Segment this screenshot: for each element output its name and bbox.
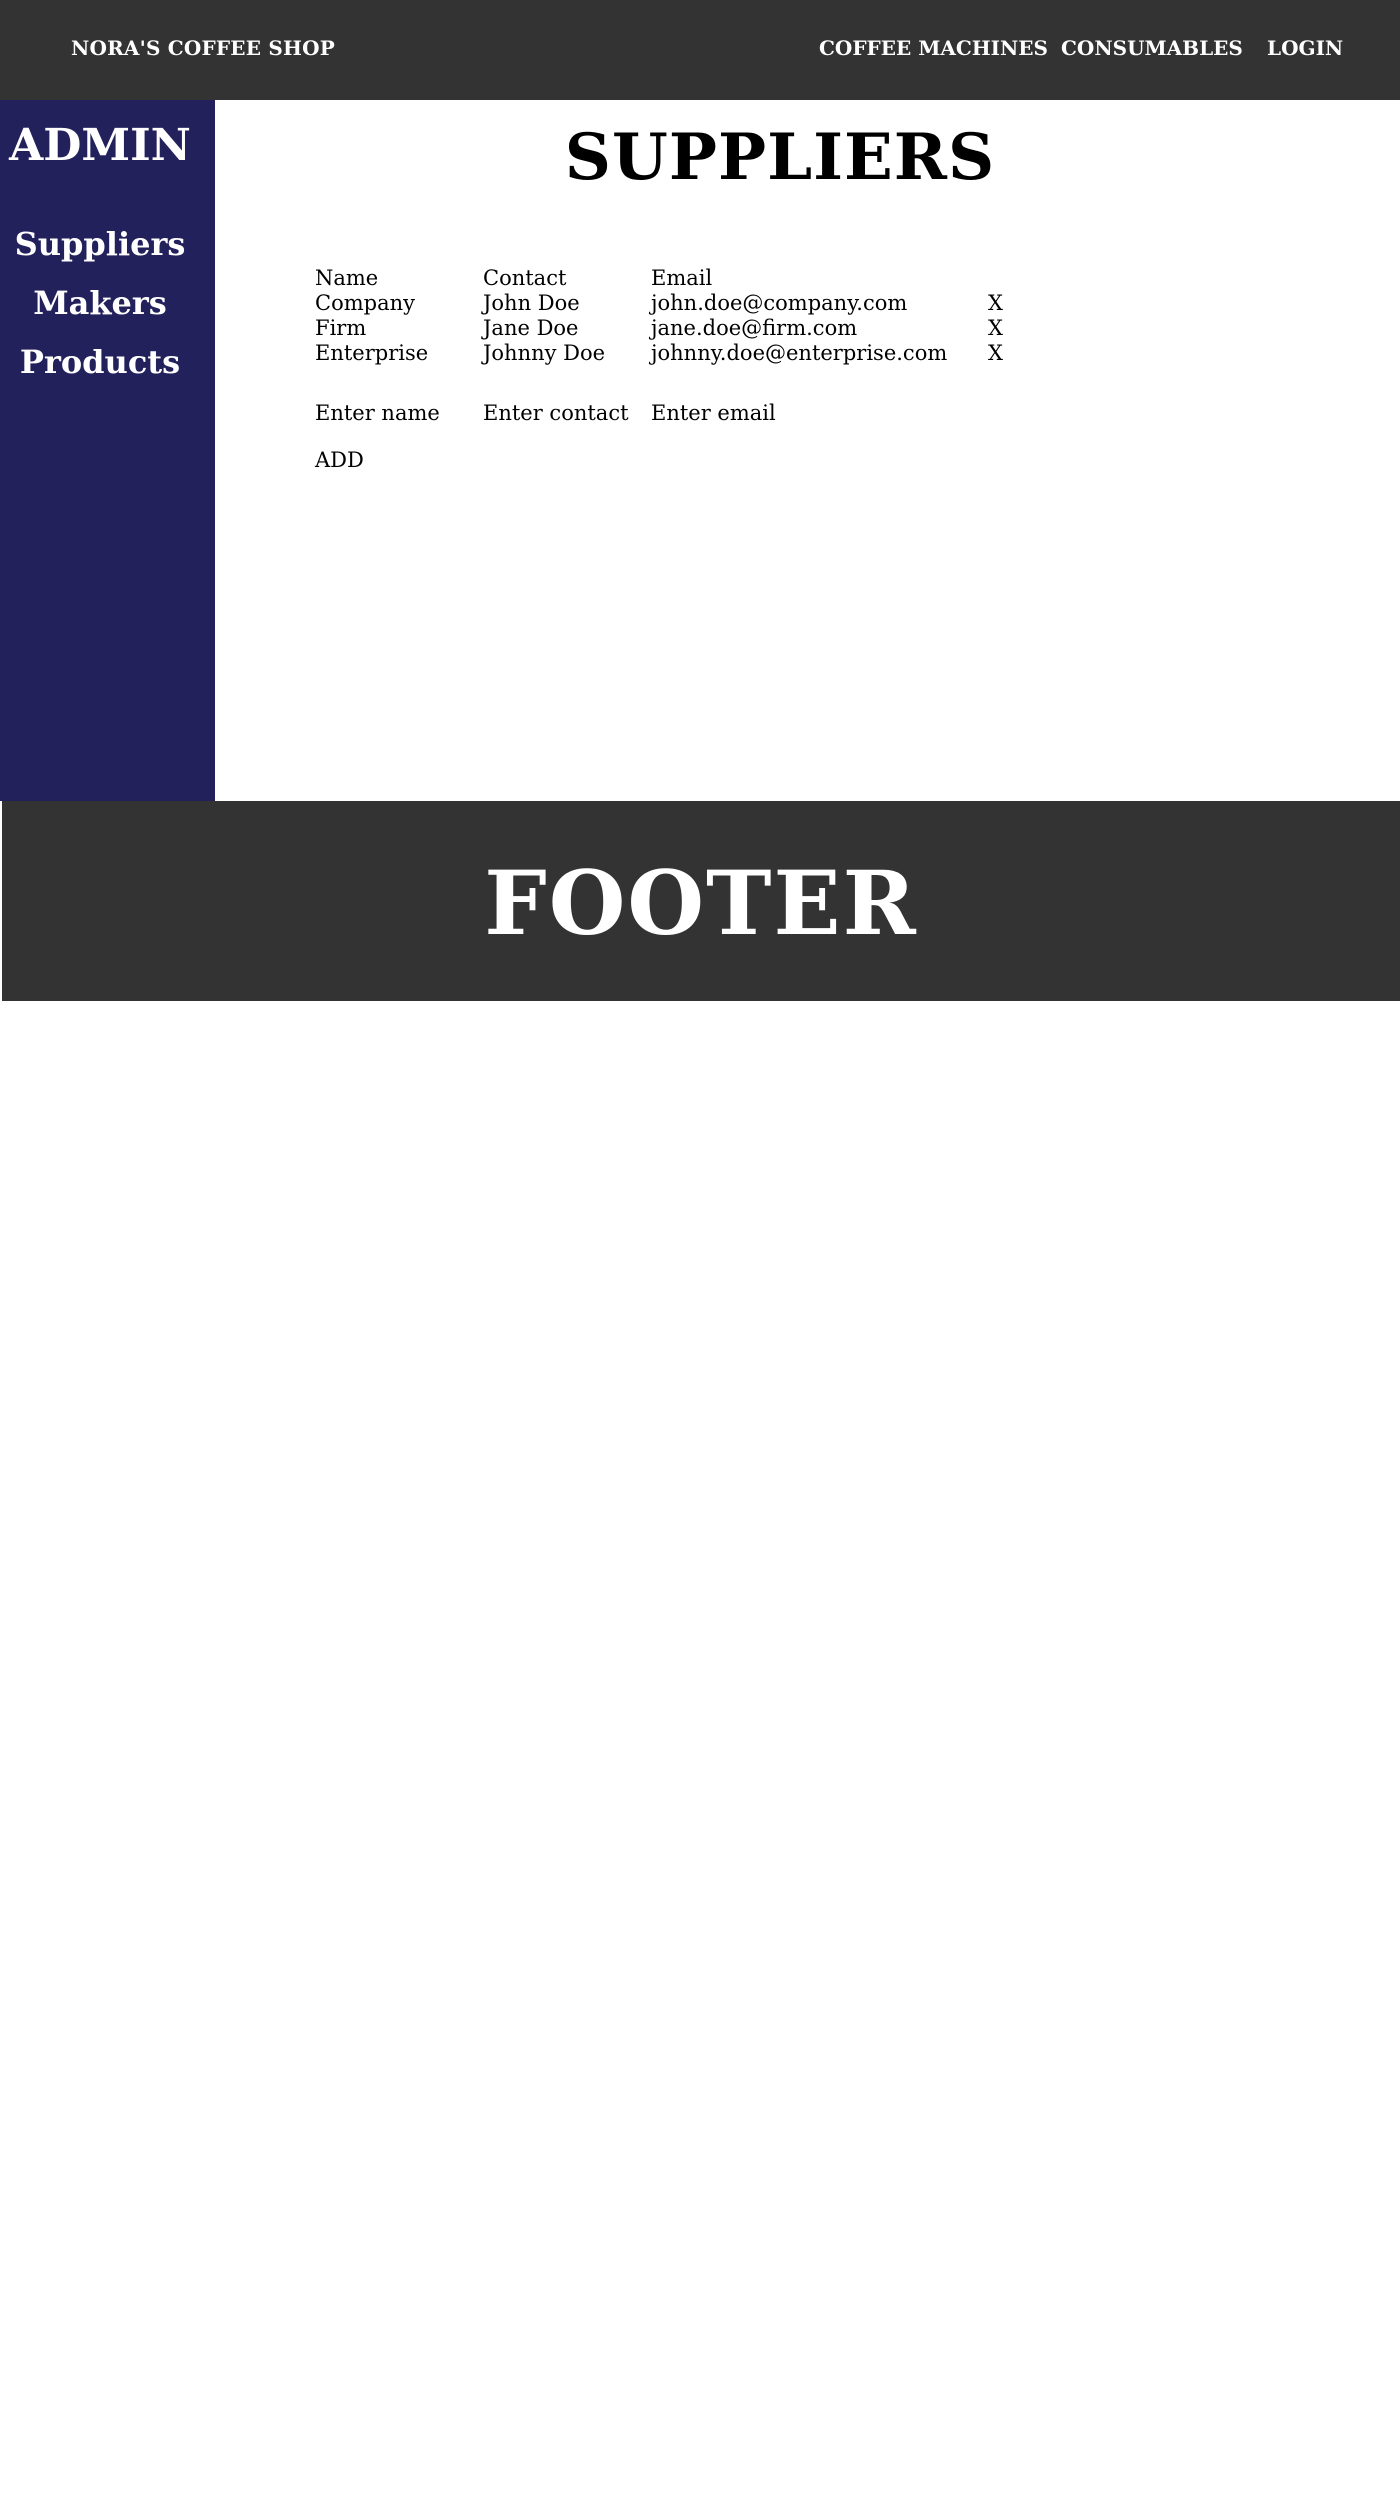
top-navbar: NORA'S COFFEE SHOP COFFEE MACHINES CONSU… <box>0 0 1400 100</box>
nav-coffee-machines[interactable]: COFFEE MACHINES <box>819 36 1048 60</box>
column-header-contact: Contact <box>483 266 567 290</box>
table-row: Company John Doe john.doe@company.com X <box>315 291 1018 316</box>
suppliers-table: Name Contact Email Company John Doe john… <box>315 266 1018 366</box>
supplier-contact-cell: John Doe <box>483 291 580 315</box>
sidebar-item-products[interactable]: Products <box>0 343 200 381</box>
nav-login[interactable]: LOGIN <box>1267 36 1343 60</box>
supplier-contact-cell: Johnny Doe <box>483 341 606 365</box>
supplier-contact-cell: Jane Doe <box>483 316 579 340</box>
column-header-email: Email <box>651 266 713 290</box>
contact-input[interactable] <box>483 399 643 427</box>
table-header-row: Name Contact Email <box>315 266 1018 291</box>
sidebar-item-suppliers[interactable]: Suppliers <box>0 225 200 263</box>
sidebar-item-makers[interactable]: Makers <box>0 284 200 322</box>
supplier-email-cell: johnny.doe@enterprise.com <box>651 341 948 365</box>
name-input[interactable] <box>315 399 475 427</box>
delete-supplier-button[interactable]: X <box>988 291 1018 316</box>
nav-consumables[interactable]: CONSUMABLES <box>1061 36 1243 60</box>
supplier-name-cell: Company <box>315 291 415 315</box>
table-row: Firm Jane Doe jane.doe@firm.com X <box>315 316 1018 341</box>
delete-supplier-button[interactable]: X <box>988 316 1018 341</box>
footer: FOOTER <box>2 801 1400 1001</box>
supplier-email-cell: john.doe@company.com <box>651 291 908 315</box>
delete-supplier-button[interactable]: X <box>988 341 1018 366</box>
supplier-name-cell: Enterprise <box>315 341 429 365</box>
footer-text: FOOTER <box>484 851 918 955</box>
column-header-delete <box>988 266 1018 291</box>
page-title: SUPPLIERS <box>564 120 996 195</box>
email-input[interactable] <box>651 399 951 427</box>
column-header-name: Name <box>315 266 379 290</box>
supplier-email-cell: jane.doe@firm.com <box>651 316 858 340</box>
brand-link[interactable]: NORA'S COFFEE SHOP <box>71 36 335 60</box>
supplier-name-cell: Firm <box>315 316 367 340</box>
admin-sidebar: ADMIN Suppliers Makers Products <box>0 100 215 801</box>
table-row: Enterprise Johnny Doe johnny.doe@enterpr… <box>315 341 1018 366</box>
sidebar-title: ADMIN <box>9 120 191 171</box>
add-button[interactable]: ADD <box>315 448 364 472</box>
